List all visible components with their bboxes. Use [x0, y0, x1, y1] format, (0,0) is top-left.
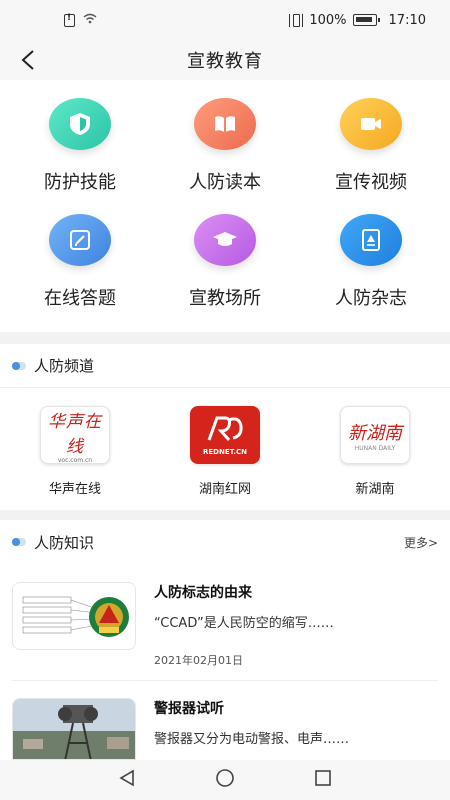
- section-title: 人防知识: [34, 533, 95, 552]
- category-grid: 防护技能 人防读本 宣传视频 在线答题 宣教场所 人防杂志: [0, 80, 450, 332]
- more-link[interactable]: 更多>: [404, 534, 438, 551]
- divider: [12, 680, 438, 681]
- section-title: 人防频道: [34, 357, 95, 375]
- xinhunan-logo: 新湖南 HUNAN DAILY: [340, 406, 410, 464]
- grid-label: 防护技能: [44, 172, 116, 193]
- battery-icon: [352, 14, 380, 26]
- grid-item-civil-defense-magazine[interactable]: 人防杂志: [296, 214, 446, 310]
- channels-section: 人防频道 华声在线 voc.com.cn 华声在线 REDNET.CN 湖南红网…: [0, 344, 450, 510]
- recents-button[interactable]: [313, 768, 333, 792]
- circle-home-icon: [216, 769, 234, 787]
- sim-alert-icon: [64, 13, 75, 27]
- grid-label: 人防杂志: [335, 288, 407, 309]
- article-thumbnail: [12, 698, 136, 760]
- clock: 17:10: [388, 12, 426, 28]
- back-triangle-button[interactable]: [117, 768, 137, 792]
- channel-label: 湖南红网: [198, 482, 251, 497]
- status-bar: 100% 17:10: [0, 0, 450, 40]
- graduation-cap-icon: [194, 214, 256, 266]
- battery-percent: 100%: [309, 12, 347, 28]
- grid-label: 人防读本: [189, 172, 261, 193]
- video-icon: [340, 98, 402, 150]
- knowledge-section: 人防知识 更多> 人防标志的由来 “CCAD”是人民防空的缩写…… 2021年0…: [0, 520, 450, 760]
- home-button[interactable]: [215, 768, 235, 792]
- channel-xinhunan[interactable]: 新湖南 HUNAN DAILY 新湖南: [325, 406, 425, 497]
- book-icon: [194, 98, 256, 150]
- shield-icon: [49, 98, 111, 150]
- grid-label: 宣教场所: [189, 288, 261, 309]
- article-item[interactable]: 人防标志的由来 “CCAD”是人民防空的缩写…… 2021年02月01日: [12, 582, 438, 672]
- grid-item-protection-skills[interactable]: 防护技能: [5, 98, 155, 194]
- section-bullet-icon: [12, 538, 26, 546]
- grid-item-online-quiz[interactable]: 在线答题: [5, 214, 155, 310]
- channel-label: 新湖南: [355, 482, 395, 497]
- channel-huasheng[interactable]: 华声在线 voc.com.cn 华声在线: [25, 406, 125, 497]
- article-title: 人防标志的由来: [154, 585, 252, 601]
- grid-label: 在线答题: [44, 288, 116, 309]
- back-button[interactable]: [14, 46, 42, 74]
- article-desc: “CCAD”是人民防空的缩写……: [154, 616, 334, 631]
- huasheng-logo: 华声在线 voc.com.cn: [40, 406, 110, 464]
- channel-label: 华声在线: [48, 482, 101, 497]
- grid-item-education-venues[interactable]: 宣教场所: [150, 214, 300, 310]
- article-thumbnail: [12, 582, 136, 650]
- magazine-icon: [340, 214, 402, 266]
- rednet-logo: REDNET.CN: [190, 406, 260, 464]
- grid-item-promo-videos[interactable]: 宣传视频: [296, 98, 446, 194]
- wifi-icon: [83, 13, 97, 27]
- edit-icon: [49, 214, 111, 266]
- article-item[interactable]: 警报器试听 警报器又分为电动警报、电声……: [12, 698, 438, 760]
- channel-rednet[interactable]: REDNET.CN 湖南红网: [175, 406, 275, 497]
- section-header: 人防知识: [0, 520, 450, 564]
- triangle-back-icon: [119, 769, 134, 787]
- vibrate-icon: [289, 13, 304, 27]
- system-navigation-bar: [0, 760, 450, 800]
- chevron-left-icon: [21, 50, 34, 70]
- section-header: 人防频道: [0, 344, 450, 388]
- article-desc: 警报器又分为电动警报、电声……: [154, 732, 350, 747]
- article-title: 警报器试听: [154, 701, 224, 717]
- grid-label: 宣传视频: [335, 172, 407, 193]
- page-title: 宣教教育: [187, 51, 263, 72]
- section-bullet-icon: [12, 361, 26, 370]
- article-date: 2021年02月01日: [154, 654, 243, 667]
- grid-item-civil-defense-reader[interactable]: 人防读本: [150, 98, 300, 194]
- navigation-bar: 宣教教育: [0, 40, 450, 80]
- square-recents-icon: [315, 770, 331, 786]
